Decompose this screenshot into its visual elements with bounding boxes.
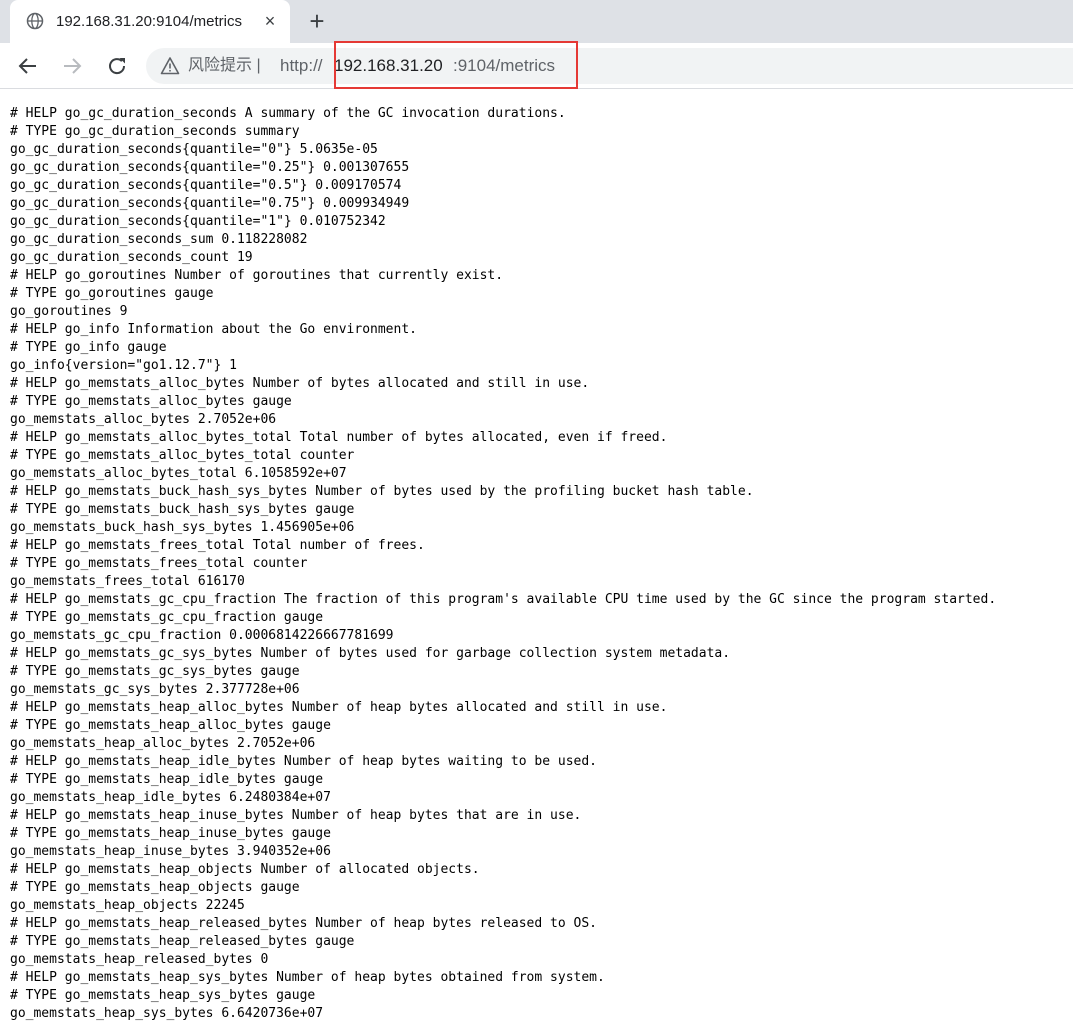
metrics-line: go_memstats_gc_sys_bytes 2.377728e+06	[10, 682, 300, 697]
metrics-line: # TYPE go_memstats_heap_inuse_bytes gaug…	[10, 826, 331, 841]
metrics-line: # TYPE go_memstats_alloc_bytes_total cou…	[10, 448, 355, 463]
url-path: :9104/metrics	[453, 56, 556, 75]
metrics-line: go_memstats_heap_alloc_bytes 2.7052e+06	[10, 736, 316, 751]
close-icon[interactable]: ×	[261, 12, 279, 30]
metrics-line: go_gc_duration_seconds{quantile="0.5"} 0…	[10, 178, 402, 193]
metrics-line: go_gc_duration_seconds_sum 0.118228082	[10, 232, 308, 247]
metrics-line: go_gc_duration_seconds{quantile="0"} 5.0…	[10, 142, 378, 157]
metrics-line: # HELP go_memstats_alloc_bytes_total Tot…	[10, 430, 668, 445]
metrics-line: go_info{version="go1.12.7"} 1	[10, 358, 237, 373]
tab-title: 192.168.31.20:9104/metrics	[56, 13, 242, 30]
metrics-line: # HELP go_memstats_gc_cpu_fraction The f…	[10, 592, 997, 607]
metrics-line: go_gc_duration_seconds_count 19	[10, 250, 253, 265]
metrics-line: go_memstats_heap_sys_bytes 6.6420736e+07	[10, 1006, 324, 1021]
metrics-line: # HELP go_memstats_alloc_bytes Number of…	[10, 376, 590, 391]
metrics-line: go_memstats_alloc_bytes 2.7052e+06	[10, 412, 277, 427]
security-risk-label[interactable]: 风险提示 |	[188, 56, 261, 76]
metrics-line: # HELP go_memstats_heap_sys_bytes Number…	[10, 970, 605, 985]
metrics-line: # HELP go_memstats_heap_released_bytes N…	[10, 916, 597, 931]
metrics-line: go_memstats_buck_hash_sys_bytes 1.456905…	[10, 520, 355, 535]
metrics-line: go_gc_duration_seconds{quantile="1"} 0.0…	[10, 214, 386, 229]
metrics-line: # TYPE go_memstats_gc_sys_bytes gauge	[10, 664, 300, 679]
metrics-text-body: # HELP go_gc_duration_seconds A summary …	[10, 105, 1070, 1026]
metrics-line: # HELP go_memstats_gc_sys_bytes Number o…	[10, 646, 731, 661]
browser-tab[interactable]: 192.168.31.20:9104/metrics ×	[10, 0, 290, 43]
metrics-line: # TYPE go_memstats_frees_total counter	[10, 556, 308, 571]
metrics-line: go_gc_duration_seconds{quantile="0.75"} …	[10, 196, 410, 211]
back-arrow-icon[interactable]	[15, 53, 41, 79]
tab-strip: 192.168.31.20:9104/metrics × +	[0, 0, 1073, 43]
metrics-line: # HELP go_memstats_buck_hash_sys_bytes N…	[10, 484, 754, 499]
metrics-line: # HELP go_memstats_heap_inuse_bytes Numb…	[10, 808, 582, 823]
metrics-line: # TYPE go_memstats_gc_cpu_fraction gauge	[10, 610, 324, 625]
globe-icon	[26, 12, 44, 30]
metrics-line: # HELP go_gc_duration_seconds A summary …	[10, 106, 566, 121]
forward-arrow-icon[interactable]	[59, 53, 85, 79]
metrics-line: # HELP go_memstats_heap_idle_bytes Numbe…	[10, 754, 597, 769]
metrics-line: # TYPE go_gc_duration_seconds summary	[10, 124, 300, 139]
browser-toolbar: 风险提示 | http:// 192.168.31.20 :9104/metri…	[0, 43, 1073, 89]
metrics-line: # TYPE go_goroutines gauge	[10, 286, 214, 301]
metrics-line: # TYPE go_memstats_heap_objects gauge	[10, 880, 300, 895]
metrics-line: # HELP go_memstats_heap_objects Number o…	[10, 862, 480, 877]
url-scheme: http://	[280, 56, 323, 75]
metrics-line: # HELP go_goroutines Number of goroutine…	[10, 268, 504, 283]
url-host: 192.168.31.20	[334, 56, 443, 75]
metrics-line: # TYPE go_memstats_heap_released_bytes g…	[10, 934, 355, 949]
metrics-line: # TYPE go_memstats_heap_idle_bytes gauge	[10, 772, 324, 787]
metrics-line: # HELP go_memstats_heap_alloc_bytes Numb…	[10, 700, 668, 715]
metrics-line: go_memstats_heap_idle_bytes 6.2480384e+0…	[10, 790, 331, 805]
metrics-line: # TYPE go_memstats_buck_hash_sys_bytes g…	[10, 502, 355, 517]
metrics-line: go_goroutines 9	[10, 304, 128, 319]
metrics-line: go_memstats_gc_cpu_fraction 0.0006814226…	[10, 628, 394, 643]
metrics-line: # HELP go_memstats_frees_total Total num…	[10, 538, 425, 553]
metrics-line: # TYPE go_memstats_heap_alloc_bytes gaug…	[10, 718, 331, 733]
new-tab-icon[interactable]: +	[304, 8, 330, 35]
metrics-line: go_memstats_heap_objects 22245	[10, 898, 245, 913]
warning-icon[interactable]	[160, 56, 180, 76]
metrics-line: # HELP go_info Information about the Go …	[10, 322, 417, 337]
metrics-line: # TYPE go_memstats_alloc_bytes gauge	[10, 394, 292, 409]
metrics-line: go_memstats_frees_total 616170	[10, 574, 245, 589]
metrics-line: # TYPE go_info gauge	[10, 340, 167, 355]
metrics-line: go_memstats_alloc_bytes_total 6.1058592e…	[10, 466, 347, 481]
reload-icon[interactable]	[104, 53, 130, 79]
metrics-line: go_memstats_heap_inuse_bytes 3.940352e+0…	[10, 844, 331, 859]
metrics-line: go_memstats_heap_released_bytes 0	[10, 952, 269, 967]
address-bar[interactable]: 风险提示 | http:// 192.168.31.20 :9104/metri…	[146, 48, 1073, 84]
metrics-line: go_gc_duration_seconds{quantile="0.25"} …	[10, 160, 410, 175]
metrics-line: # TYPE go_memstats_heap_sys_bytes gauge	[10, 988, 316, 1003]
